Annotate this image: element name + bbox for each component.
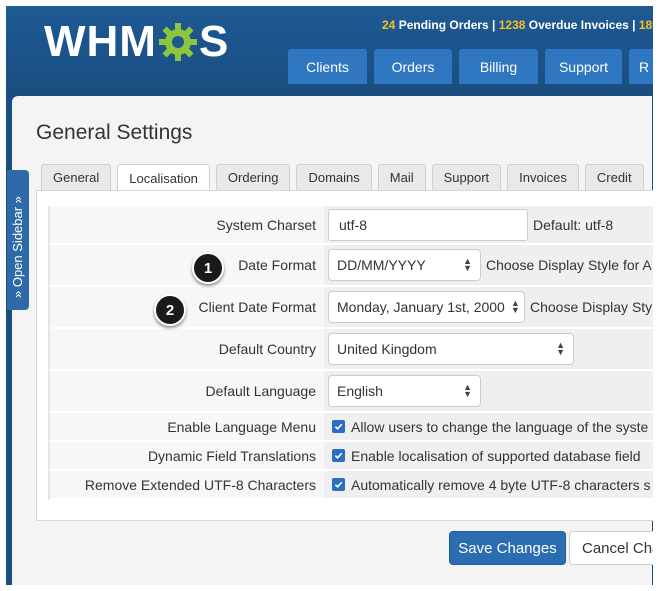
nav-clients[interactable]: Clients — [288, 49, 367, 84]
tab-mail[interactable]: Mail — [377, 164, 426, 190]
row-language-menu: Enable Language Menu Allow users to chan… — [50, 413, 659, 442]
open-sidebar-label: » Open Sidebar » — [10, 196, 25, 298]
row-system-charset: System Charset utf-8 Default: utf-8 — [50, 206, 659, 245]
step-badge-1: 1 — [192, 252, 224, 284]
system-charset-help: Default: utf-8 — [533, 216, 614, 233]
select-arrows-icon: ▲ ▼ — [463, 382, 472, 399]
top-header: WHM S 24 Pending Orders | 1238 Overdue I… — [6, 6, 653, 84]
default-country-cell: United Kingdom ▲ ▼ — [324, 329, 659, 371]
tab-domains[interactable]: Domains — [296, 164, 372, 190]
client-date-format-help: Choose Display Styl — [530, 299, 656, 315]
row-remove-utf8: Remove Extended UTF-8 Characters Automat… — [50, 471, 659, 500]
tab-localisation[interactable]: Localisation — [117, 164, 210, 191]
settings-tabs: General Localisation Ordering Domains Ma… — [41, 164, 644, 191]
system-charset-cell: utf-8 Default: utf-8 — [324, 206, 659, 245]
remove-utf8-cell: Automatically remove 4 byte UTF-8 charac… — [324, 471, 659, 500]
whmcs-logo[interactable]: WHM S — [44, 18, 229, 66]
field-translations-cell: Enable localisation of supported databas… — [324, 442, 659, 471]
remove-utf8-help: Automatically remove 4 byte UTF-8 charac… — [351, 476, 651, 493]
row-field-translations: Dynamic Field Translations Enable locali… — [50, 442, 659, 471]
row-default-language: Default Language English ▲ ▼ — [50, 371, 659, 413]
default-country-label: Default Country — [50, 329, 324, 371]
select-arrows-icon: ▲ ▼ — [463, 256, 472, 273]
client-date-format-select[interactable]: Monday, January 1st, 2000 ▲ ▼ — [328, 291, 525, 323]
default-language-value: English — [337, 383, 383, 399]
client-date-format-label: Client Date Format — [50, 287, 324, 329]
open-sidebar-toggle[interactable]: » Open Sidebar » — [7, 170, 29, 310]
select-arrows-icon: ▲ ▼ — [556, 340, 565, 357]
pending-orders-count[interactable]: 24 — [382, 18, 395, 32]
nav-reports[interactable]: R — [629, 49, 653, 84]
default-language-cell: English ▲ ▼ — [324, 371, 659, 413]
overdue-invoices-label[interactable]: Overdue Invoices | — [525, 18, 638, 32]
language-menu-checkbox[interactable] — [332, 420, 345, 433]
tab-ordering[interactable]: Ordering — [215, 164, 291, 190]
date-format-label: Date Format — [50, 245, 324, 287]
tab-general[interactable]: General — [41, 164, 112, 190]
tickets-count[interactable]: 180 — [639, 18, 653, 32]
default-country-value: United Kingdom — [337, 341, 437, 357]
client-date-format-value: Monday, January 1st, 2000 — [337, 299, 505, 315]
language-menu-label: Enable Language Menu — [50, 413, 324, 442]
row-client-date-format: Client Date Format Monday, January 1st, … — [50, 287, 659, 329]
default-country-select[interactable]: United Kingdom ▲ ▼ — [328, 333, 574, 365]
gear-icon — [158, 23, 197, 61]
remove-utf8-checkbox[interactable] — [332, 478, 345, 491]
date-format-select[interactable]: DD/MM/YYYY ▲ ▼ — [328, 249, 481, 281]
header-stats: 24 Pending Orders | 1238 Overdue Invoice… — [382, 18, 653, 32]
screenshot-border-right — [653, 0, 659, 591]
select-arrows-icon: ▲ ▼ — [510, 298, 520, 315]
system-charset-label: System Charset — [50, 206, 324, 245]
field-translations-checkbox[interactable] — [332, 449, 345, 462]
remove-utf8-label: Remove Extended UTF-8 Characters — [50, 471, 324, 500]
client-date-format-cell: Monday, January 1st, 2000 ▲ ▼ Choose Disp… — [324, 287, 659, 329]
row-default-country: Default Country United Kingdom ▲ ▼ — [50, 329, 659, 371]
date-format-help: Choose Display Style for A — [486, 257, 652, 273]
row-date-format: Date Format DD/MM/YYYY ▲ ▼ Choose Display… — [50, 245, 659, 287]
field-translations-help: Enable localisation of supported databas… — [351, 447, 641, 464]
tab-invoices[interactable]: Invoices — [507, 164, 579, 190]
default-language-label: Default Language — [50, 371, 324, 413]
checkmark-icon — [334, 452, 343, 460]
tab-support[interactable]: Support — [431, 164, 502, 190]
nav-support[interactable]: Support — [545, 49, 622, 84]
language-menu-help: Allow users to change the language of th… — [351, 418, 649, 435]
pending-orders-label[interactable]: Pending Orders | — [395, 18, 498, 32]
screenshot-border-bottom — [0, 585, 659, 591]
date-format-cell: DD/MM/YYYY ▲ ▼ Choose Display Style for A — [324, 245, 659, 287]
localisation-form: System Charset utf-8 Default: utf-8 Date… — [48, 206, 659, 500]
checkmark-icon — [334, 481, 343, 489]
date-format-value: DD/MM/YYYY — [337, 257, 426, 273]
checkmark-icon — [334, 423, 343, 431]
field-translations-label: Dynamic Field Translations — [50, 442, 324, 471]
nav-billing[interactable]: Billing — [459, 49, 538, 84]
logo-text-end: S — [198, 17, 230, 66]
cancel-changes-button[interactable]: Cancel Cha — [569, 531, 659, 565]
page-title: General Settings — [36, 121, 193, 144]
main-nav: Clients Orders Billing Support R — [288, 49, 653, 84]
system-charset-input[interactable]: utf-8 — [328, 208, 528, 241]
save-changes-button[interactable]: Save Changes — [449, 531, 566, 565]
nav-orders[interactable]: Orders — [374, 49, 452, 84]
step-badge-2: 2 — [154, 294, 186, 326]
default-language-select[interactable]: English ▲ ▼ — [328, 375, 481, 407]
logo-text-start: WHM — [44, 17, 157, 66]
tab-credit[interactable]: Credit — [584, 164, 644, 190]
language-menu-cell: Allow users to change the language of th… — [324, 413, 659, 442]
overdue-invoices-count[interactable]: 1238 — [499, 18, 526, 32]
